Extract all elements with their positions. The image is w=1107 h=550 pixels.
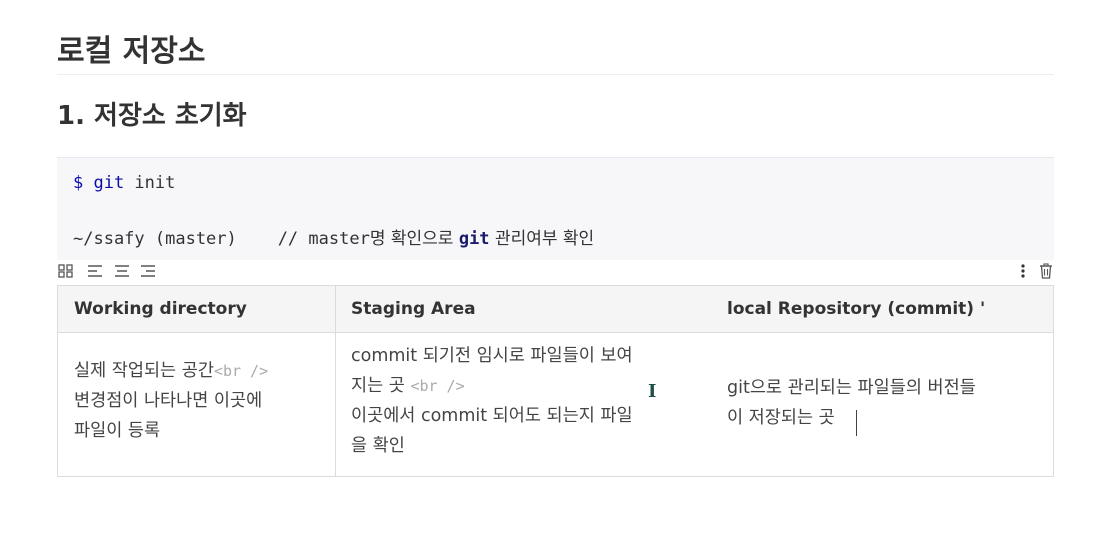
align-left-icon[interactable] [86, 262, 104, 280]
code-path: ~/ssafy (master) // master [73, 229, 370, 249]
page-title: 로컬 저장소 [57, 34, 206, 69]
trash-icon[interactable] [1037, 262, 1055, 280]
cell-text: 이곳에서 commit 되어도 되는지 파일 [351, 406, 633, 426]
code-block[interactable]: $ git init ~/ssafy (master) // master명 확… [57, 157, 1054, 260]
cell-text: 변경점이 나타나면 이곳에 [74, 391, 263, 411]
br-tag-text: <br /> [213, 362, 269, 380]
cell-text: 을 확인 [351, 436, 405, 456]
cell-text: commit 되기전 임시로 파일들이 보여 [351, 346, 633, 366]
code-comment-kr-2: 관리여부 확인 [489, 229, 595, 249]
align-center-icon[interactable] [113, 262, 131, 280]
table-grid-icon[interactable] [57, 262, 75, 280]
code-line-1: $ git init [73, 171, 175, 195]
cell-text: 실제 작업되는 공간 [74, 361, 214, 381]
header-working-directory[interactable]: Working directory [74, 298, 247, 320]
cell-text: 이 저장되는 곳 [727, 408, 835, 428]
column-divider [335, 286, 336, 476]
header-local-repository[interactable]: local Repository (commit) ' [727, 298, 985, 320]
table-toolbar [57, 261, 1054, 281]
code-line-2: ~/ssafy (master) // master명 확인으로 git 관리여… [73, 227, 594, 251]
cell-text: git으로 관리되는 파일들의 버전들 [727, 378, 976, 398]
text-cursor-icon: I [648, 381, 657, 402]
more-vertical-icon[interactable] [1014, 262, 1032, 280]
cell-text: 지는 곳 [351, 376, 411, 396]
text-caret [856, 410, 857, 436]
title-divider [57, 74, 1054, 75]
code-command: init [124, 173, 176, 193]
section-heading: 1. 저장소 초기화 [57, 101, 247, 131]
code-comment-kr-1: 명 확인으로 [369, 229, 459, 249]
code-prompt: $ git [73, 173, 125, 193]
code-git-keyword: git [458, 229, 490, 249]
header-staging-area[interactable]: Staging Area [351, 298, 476, 320]
align-right-icon[interactable] [139, 262, 157, 280]
br-tag-text: <br /> [410, 377, 465, 395]
cell-working-directory[interactable]: 실제 작업되는 공간<br /> 변경점이 나타나면 이곳에 파일이 등록 [74, 356, 329, 446]
comparison-table: Working directory Staging Area local Rep… [57, 285, 1054, 477]
cell-local-repository[interactable]: git으로 관리되는 파일들의 버전들 이 저장되는 곳 [727, 373, 1047, 433]
cell-text: 파일이 등록 [74, 421, 161, 441]
